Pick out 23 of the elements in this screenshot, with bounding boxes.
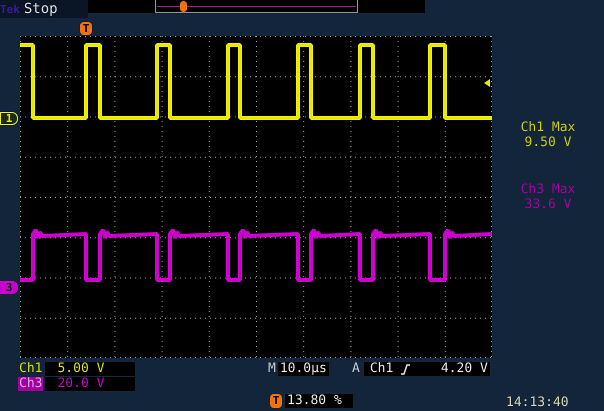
trigger-prefix: A [352, 362, 360, 376]
channel-marker: 1 [0, 112, 18, 125]
trigger-position-marker: T [270, 394, 282, 408]
channel-scale-value: 5.00 V [45, 362, 136, 376]
brand-logo: Tek [0, 4, 20, 14]
measurement-label: Ch1 Max [520, 120, 576, 135]
acquisition-status: Stop [24, 2, 58, 16]
trigger-position-icon [180, 1, 187, 12]
timebase-value: 10.0µs [278, 362, 329, 376]
trigger-marker: T [80, 22, 92, 35]
measurement-value: 33.6 V [524, 197, 572, 212]
trigger-source: Ch1 [370, 362, 394, 376]
measurement-label: Ch3 Max [520, 182, 576, 197]
channel-marker: 3 [0, 281, 18, 294]
trigger-level: 4.20 V [440, 362, 488, 376]
trigger-level-icon [484, 79, 490, 87]
timebase-prefix: M [268, 362, 276, 376]
rising-edge-icon [401, 364, 410, 374]
clock-time: 14:13:40 [506, 396, 569, 410]
channel-label[interactable]: Ch1 [18, 362, 44, 376]
trigger-position-value: 13.80 % [285, 394, 353, 408]
measurement-value: 9.50 V [524, 135, 572, 150]
channel-scale-value: 20.0 V [45, 377, 136, 391]
